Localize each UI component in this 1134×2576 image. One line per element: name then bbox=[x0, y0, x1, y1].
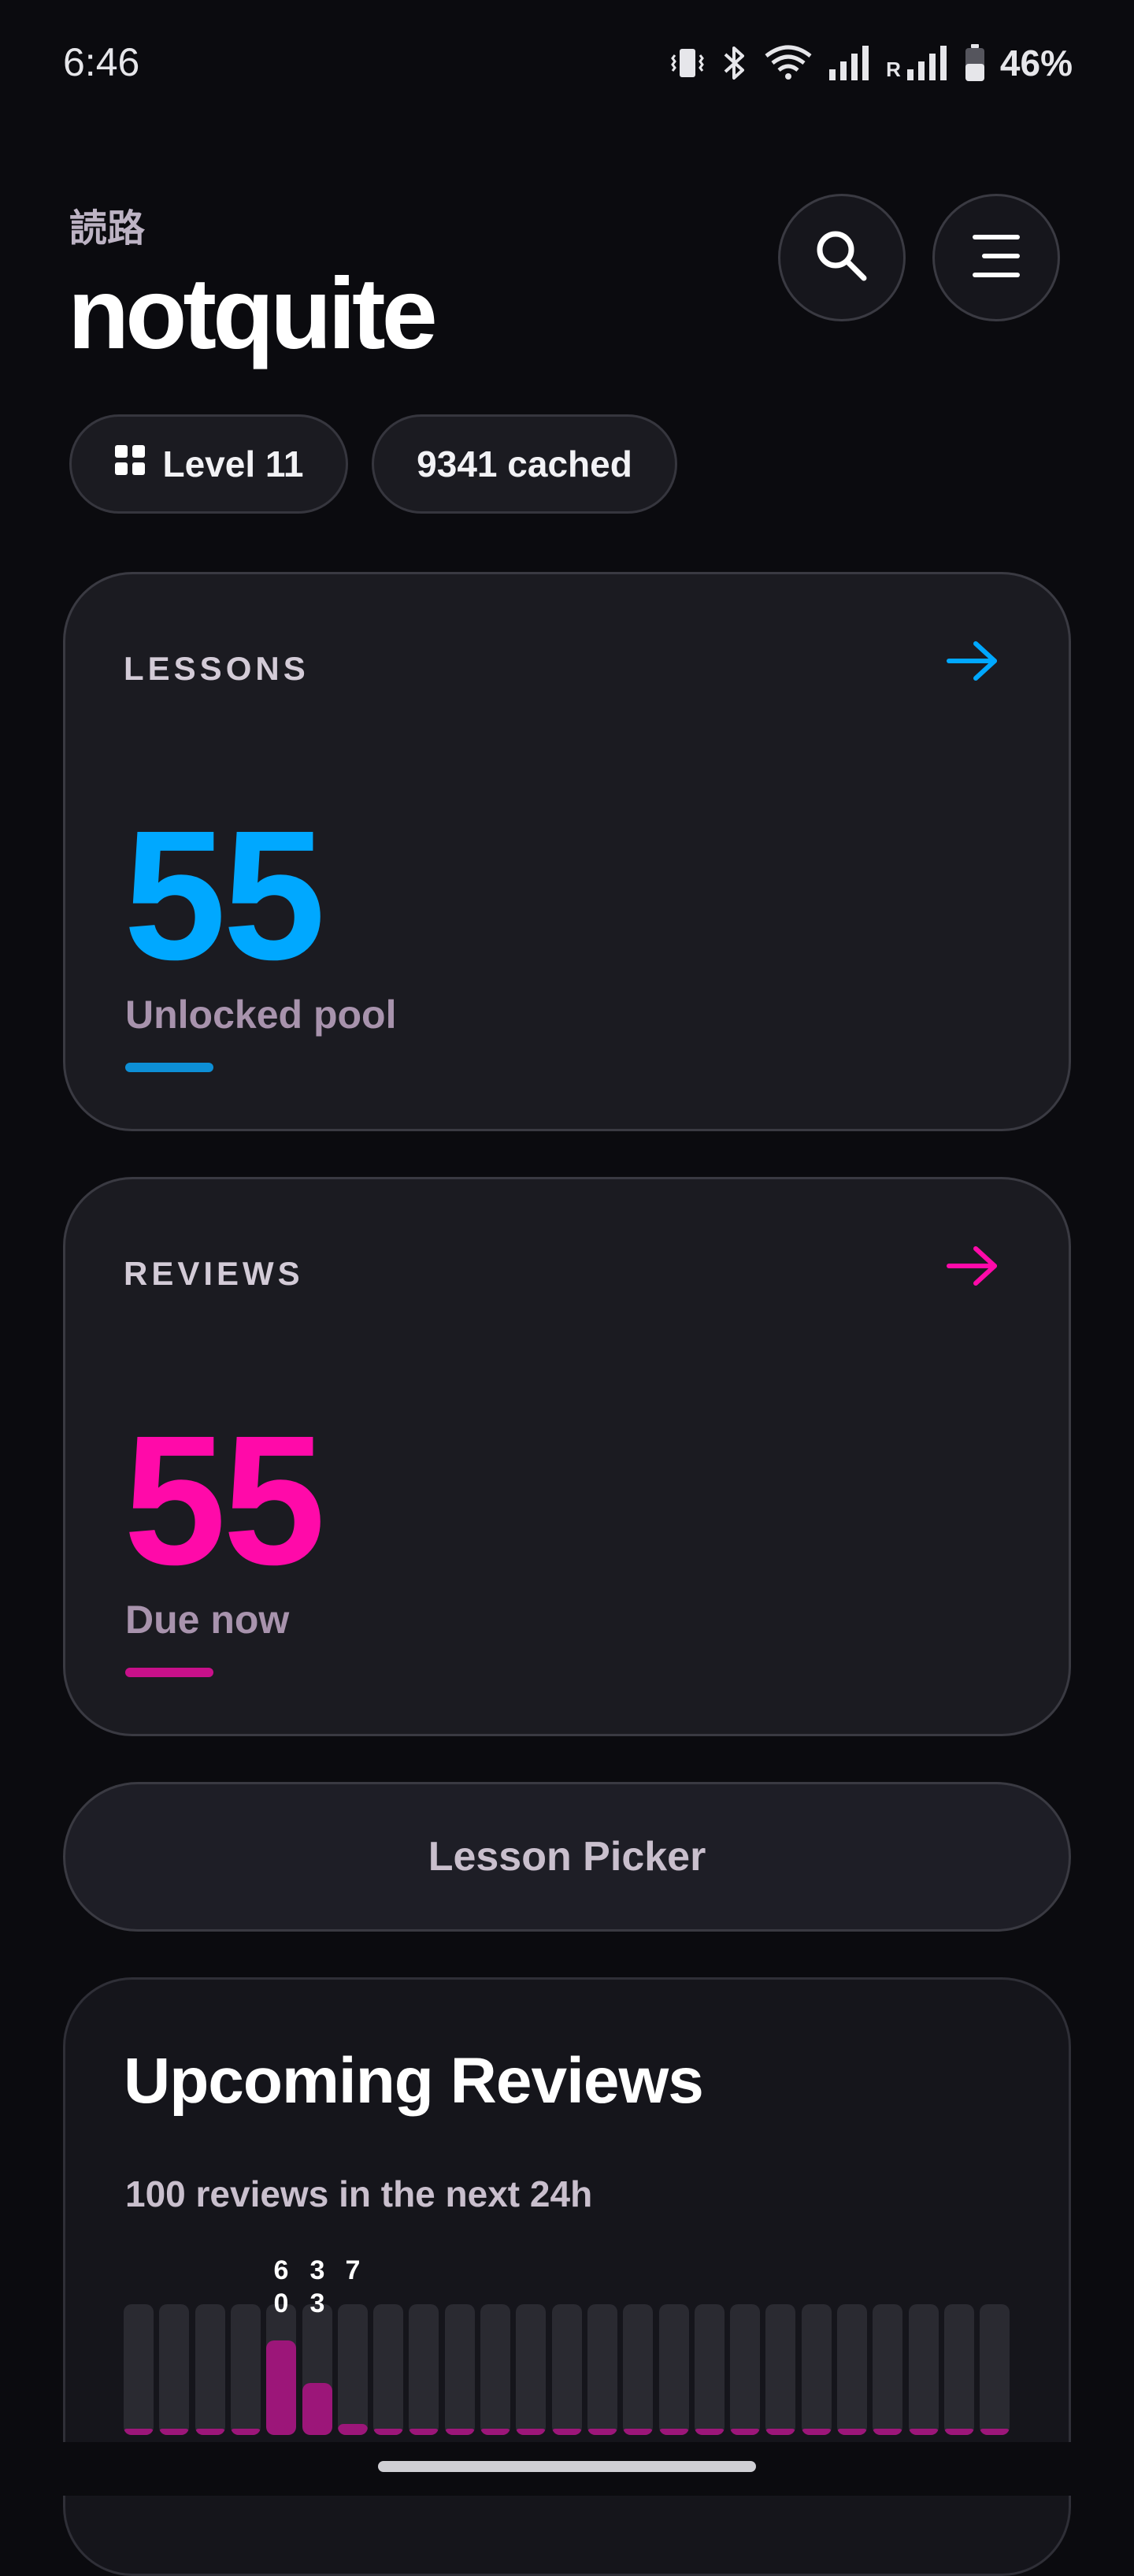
hour-bar bbox=[730, 2304, 760, 2435]
hour-bar-fill bbox=[445, 2429, 475, 2435]
hour-bar-fill bbox=[373, 2429, 403, 2435]
hour-bar bbox=[552, 2304, 582, 2435]
hour-bar bbox=[231, 2304, 261, 2435]
arrow-right-icon bbox=[946, 1244, 999, 1292]
roaming-label: R bbox=[886, 58, 901, 81]
status-bar: 6:46 R 46% bbox=[0, 0, 1134, 126]
lesson-picker-button[interactable]: Lesson Picker bbox=[63, 1782, 1071, 1932]
hour-bar-fill bbox=[623, 2429, 653, 2435]
hour-bar-fill bbox=[765, 2429, 795, 2435]
hour-bar bbox=[124, 2304, 154, 2435]
bluetooth-icon bbox=[721, 43, 749, 83]
search-button[interactable] bbox=[778, 194, 906, 321]
hour-bar bbox=[873, 2304, 902, 2435]
search-icon bbox=[812, 226, 872, 290]
lessons-card[interactable]: LESSONS 55 Unlocked pool bbox=[63, 572, 1071, 1131]
hour-bar-fill bbox=[516, 2429, 546, 2435]
hour-bar-fill bbox=[802, 2429, 832, 2435]
vibrate-icon bbox=[669, 44, 706, 82]
hour-bar-fill bbox=[909, 2429, 939, 2435]
hour-bar bbox=[909, 2304, 939, 2435]
menu-button[interactable] bbox=[932, 194, 1060, 321]
hour-bar-label: 6 0 bbox=[273, 2255, 289, 2318]
hour-bar-label: 7 bbox=[345, 2255, 361, 2285]
status-icons: R 46% bbox=[669, 39, 1073, 87]
hour-bar-fill bbox=[302, 2383, 332, 2435]
hour-bar-fill bbox=[231, 2429, 261, 2435]
hour-bar-fill bbox=[980, 2429, 1010, 2435]
lessons-accent-bar bbox=[125, 1063, 213, 1072]
hour-bar bbox=[980, 2304, 1010, 2435]
reviews-count: 55 bbox=[124, 1397, 325, 1603]
page-title: notquite bbox=[68, 258, 438, 370]
hour-bar bbox=[695, 2304, 724, 2435]
hour-bar-fill bbox=[159, 2429, 189, 2435]
hour-bar bbox=[266, 2304, 296, 2435]
reviews-label: REVIEWS bbox=[124, 1255, 304, 1292]
hour-bar bbox=[302, 2304, 332, 2435]
hour-bar-fill bbox=[695, 2429, 724, 2435]
hour-bar-fill bbox=[338, 2424, 368, 2435]
battery-icon bbox=[964, 43, 986, 83]
level-chip[interactable]: Level 11 bbox=[69, 414, 348, 514]
hour-bar-label: 3 3 bbox=[309, 2255, 325, 2318]
status-time: 6:46 bbox=[63, 40, 140, 84]
hour-bar-fill bbox=[480, 2429, 510, 2435]
reviews-card[interactable]: REVIEWS 55 Due now bbox=[63, 1177, 1071, 1736]
upcoming-reviews-title: Upcoming Reviews bbox=[124, 2045, 704, 2117]
hour-bar-fill bbox=[837, 2429, 867, 2435]
upcoming-reviews-subtitle: 100 reviews in the next 24h bbox=[125, 2173, 593, 2214]
hour-bar-fill bbox=[944, 2429, 974, 2435]
hour-bar-fill bbox=[552, 2429, 582, 2435]
hour-bar bbox=[159, 2304, 189, 2435]
gesture-nav-handle[interactable] bbox=[378, 2461, 756, 2472]
lessons-count: 55 bbox=[124, 792, 325, 998]
hour-bar-fill bbox=[409, 2429, 439, 2435]
hour-bar bbox=[195, 2304, 225, 2435]
reviews-accent-bar bbox=[125, 1668, 213, 1677]
hour-bar-fill bbox=[266, 2340, 296, 2435]
arrow-right-icon bbox=[946, 639, 999, 687]
signal-icon bbox=[828, 44, 872, 82]
wifi-icon bbox=[763, 43, 813, 83]
hour-bar bbox=[587, 2304, 617, 2435]
grid-icon bbox=[113, 443, 146, 485]
hour-bar bbox=[765, 2304, 795, 2435]
lessons-label: LESSONS bbox=[124, 650, 309, 687]
signal-roaming-icon: R bbox=[886, 44, 950, 82]
upcoming-reviews-chart: 6 0 3 3 7 bbox=[124, 2254, 1017, 2435]
hour-bar bbox=[480, 2304, 510, 2435]
lessons-caption: Unlocked pool bbox=[125, 993, 397, 1037]
cached-chip[interactable]: 9341 cached bbox=[372, 414, 677, 514]
app-subtitle: 読路 bbox=[69, 206, 146, 251]
hour-bar bbox=[944, 2304, 974, 2435]
hour-bar bbox=[623, 2304, 653, 2435]
cached-label: 9341 cached bbox=[417, 444, 632, 484]
hour-bar-fill bbox=[195, 2429, 225, 2435]
hour-bar bbox=[338, 2304, 368, 2435]
battery-percent: 46% bbox=[999, 43, 1073, 84]
menu-icon bbox=[970, 232, 1022, 284]
hour-bar bbox=[837, 2304, 867, 2435]
hour-bar-fill bbox=[873, 2429, 902, 2435]
hour-bar bbox=[802, 2304, 832, 2435]
level-label: Level 11 bbox=[162, 444, 304, 484]
hour-bar bbox=[409, 2304, 439, 2435]
hour-bar bbox=[445, 2304, 475, 2435]
hour-bar-fill bbox=[730, 2429, 760, 2435]
reviews-caption: Due now bbox=[125, 1598, 290, 1642]
hour-bar-fill bbox=[659, 2429, 689, 2435]
hour-bar bbox=[659, 2304, 689, 2435]
hour-bar bbox=[373, 2304, 403, 2435]
hour-bar-fill bbox=[587, 2429, 617, 2435]
hour-bar-fill bbox=[124, 2429, 154, 2435]
hour-bar bbox=[516, 2304, 546, 2435]
